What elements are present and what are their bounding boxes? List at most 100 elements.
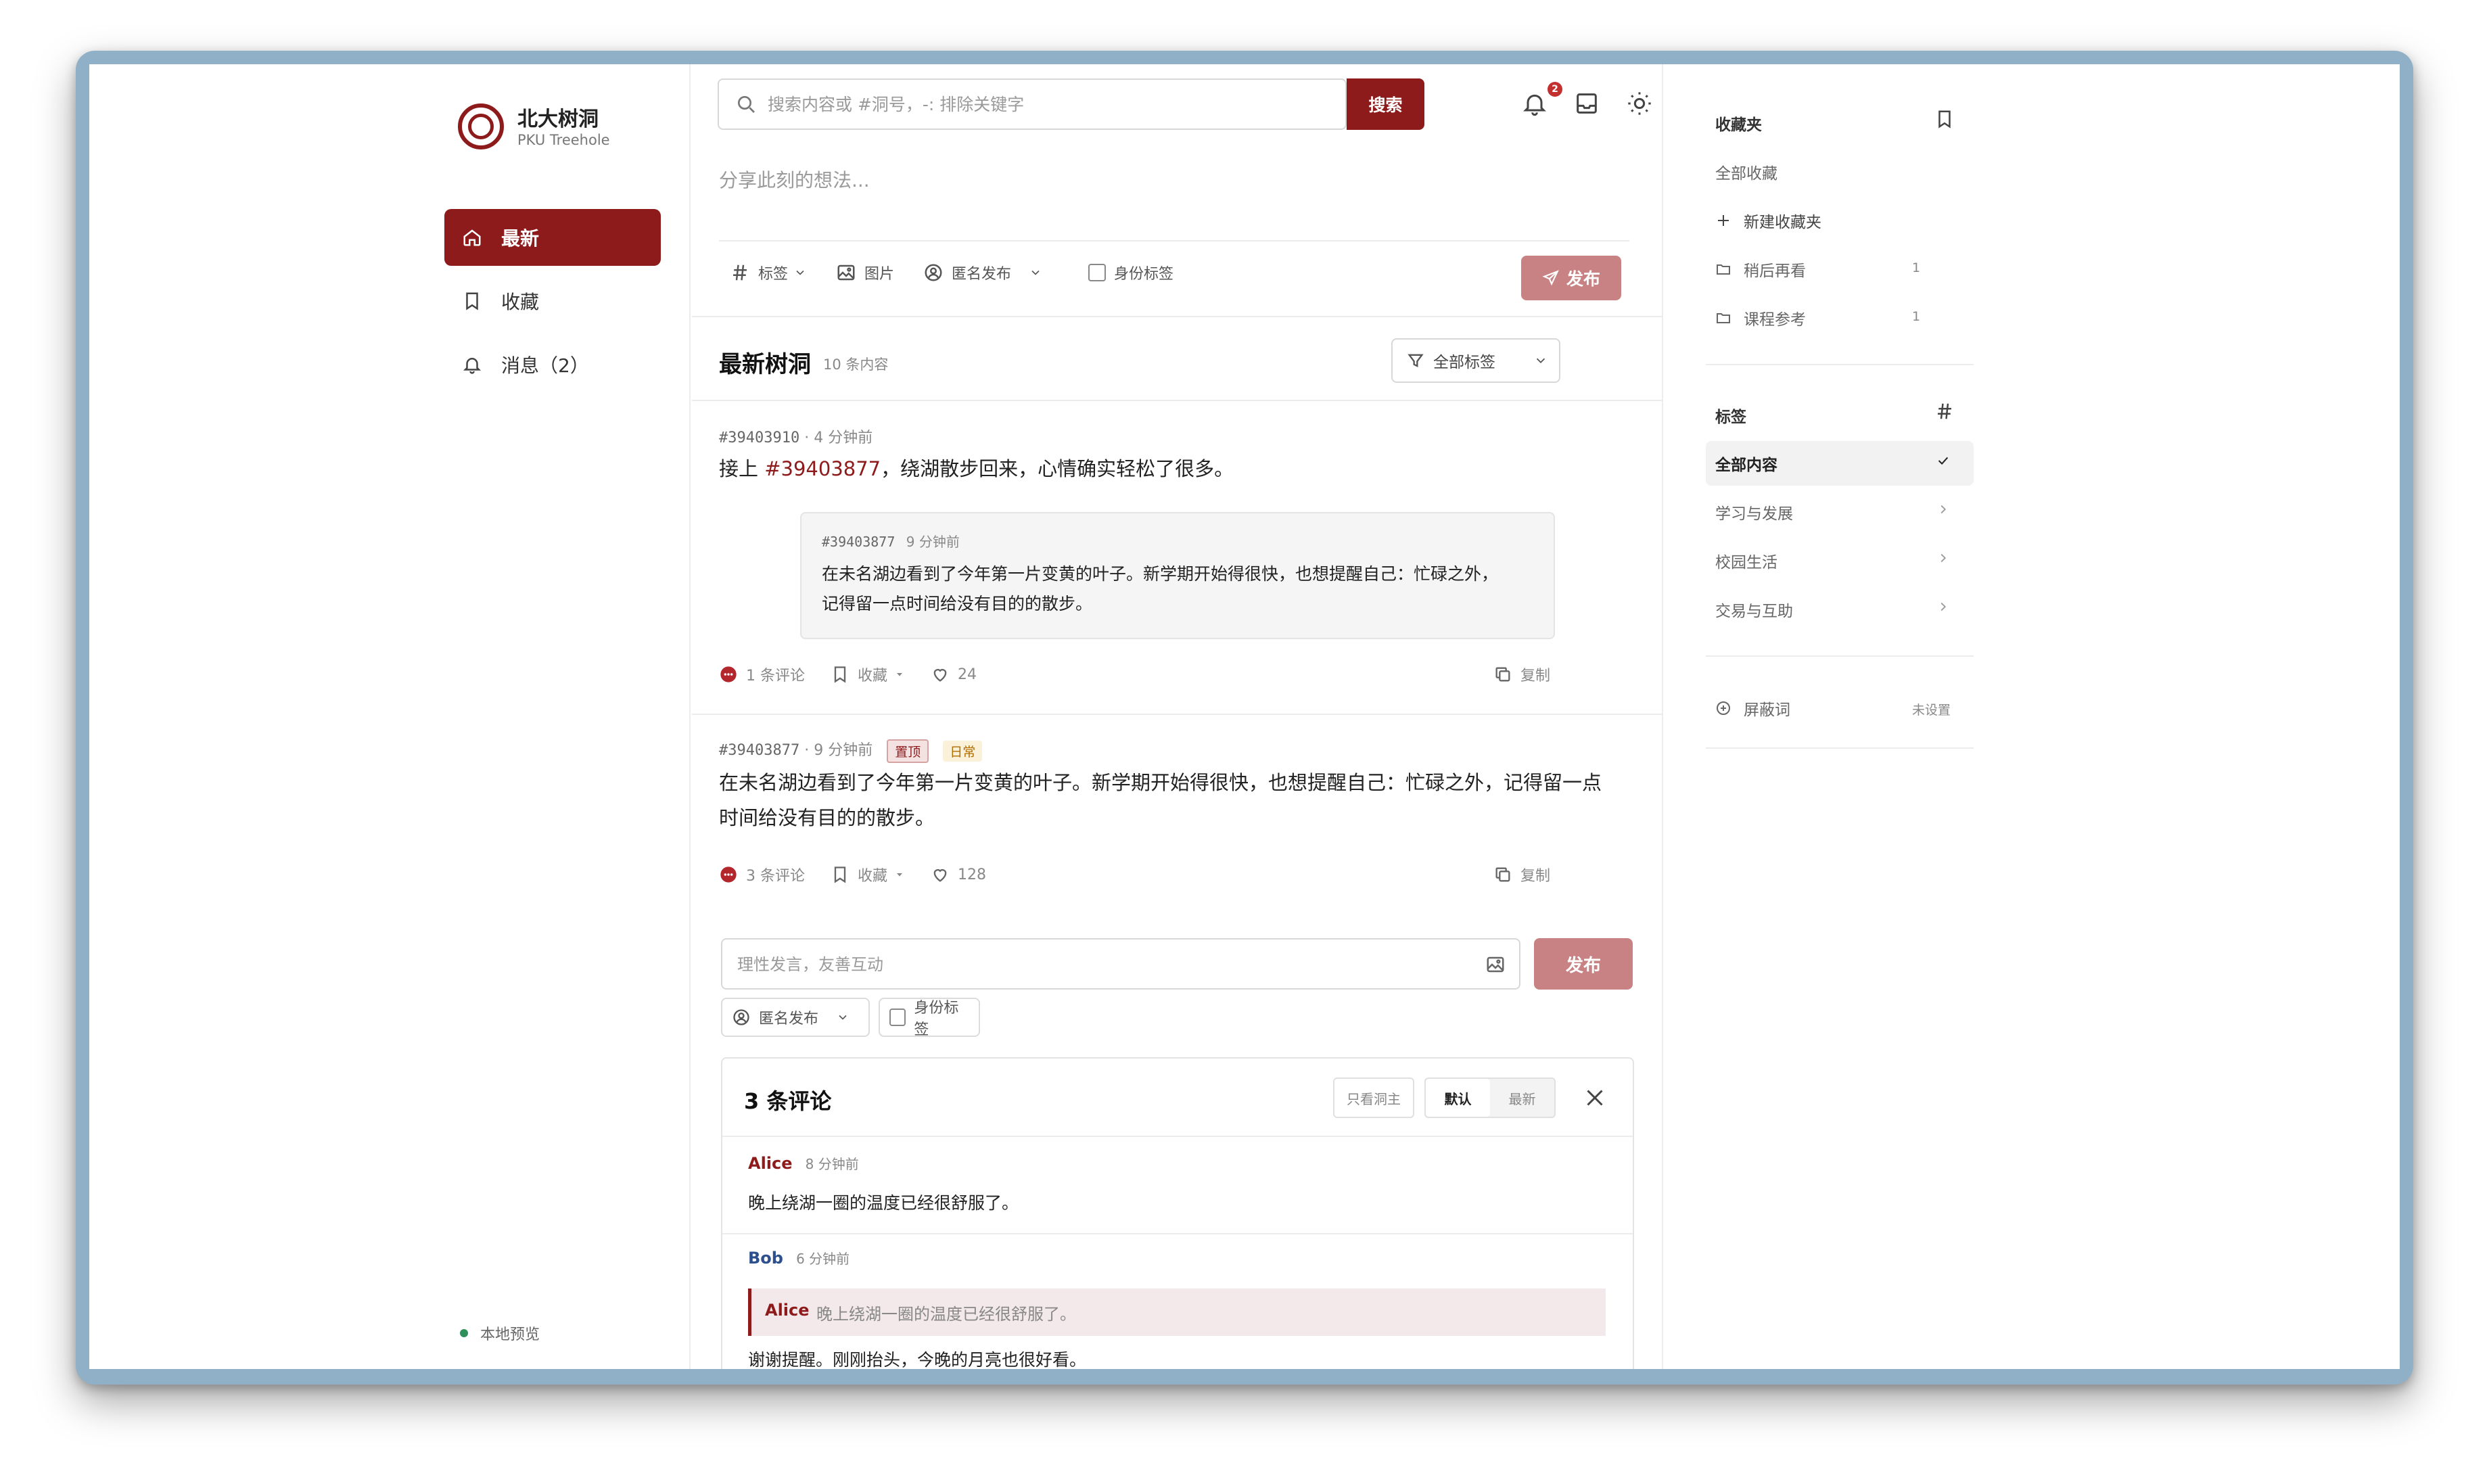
comment-bubble-icon xyxy=(720,866,737,883)
post-time: 4 分钟前 xyxy=(814,430,873,446)
image-upload[interactable]: 图片 xyxy=(836,262,894,283)
comment-author[interactable]: Bob xyxy=(748,1249,783,1268)
quote-author: Alice xyxy=(765,1301,810,1320)
comment-text: 谢谢提醒。刚刚抬头，今晚的月亮也很好看。 xyxy=(748,1350,1087,1369)
comments-header: 3 条评论 只看洞主 默认 最新 xyxy=(722,1059,1633,1137)
post-actions: 3 条评论 收藏 128 xyxy=(719,864,1012,885)
chevron-down-icon xyxy=(839,1015,847,1020)
nav-label: 收藏 xyxy=(501,291,540,313)
publish-button[interactable]: 发布 xyxy=(1521,256,1621,300)
favorite-button[interactable]: 收藏 xyxy=(831,864,905,885)
feed-title: 最新树洞 xyxy=(719,351,811,378)
sort-latest[interactable]: 最新 xyxy=(1490,1079,1554,1117)
comment-quote[interactable]: Alice 晚上绕湖一圈的温度已经很舒服了。 xyxy=(748,1289,1606,1336)
nav-item-favorites[interactable]: 收藏 xyxy=(444,273,661,329)
post-text: 在未名湖边看到了今年第一片变黄的叶子。新学期开始得很快，也想提醒自己：忙碌之外，… xyxy=(719,765,1602,835)
copy-icon xyxy=(1495,867,1510,882)
section-divider xyxy=(692,400,1662,401)
anon-label: 匿名发布 xyxy=(759,1011,819,1027)
quoted-post[interactable]: #39403877 9 分钟前 在未名湖边看到了今年第一片变黄的叶子。新学期开始… xyxy=(800,512,1555,639)
image-icon xyxy=(837,264,855,281)
filter-icon xyxy=(1408,354,1424,368)
search-button[interactable]: 搜索 xyxy=(1347,78,1424,130)
sort-toggle: 默认 最新 xyxy=(1424,1077,1556,1118)
comment-header: Bob 6 分钟前 xyxy=(748,1248,850,1268)
quote-meta: #39403877 9 分钟前 xyxy=(822,531,960,551)
sort-default[interactable]: 默认 xyxy=(1426,1079,1490,1117)
identity-tag-checkbox[interactable]: 身份标签 xyxy=(1088,262,1173,283)
post-id[interactable]: #39403877 xyxy=(719,742,799,759)
tag-filter-select[interactable]: 全部标签 xyxy=(1391,338,1560,383)
status-text: 本地预览 xyxy=(480,1326,540,1343)
anonymous-select[interactable]: 匿名发布 xyxy=(923,262,1042,283)
checkbox[interactable] xyxy=(889,1008,906,1026)
bookmark-icon xyxy=(834,866,846,883)
window-frame: 北大树洞 PKU Treehole 最新 收藏 消息（2） 本地预览 搜索 2 xyxy=(76,51,2413,1385)
post-meta: #39403910 · 4 分钟前 xyxy=(719,430,873,446)
filter-label: 全部标签 xyxy=(1433,354,1495,371)
copy-icon xyxy=(1495,667,1510,682)
quote-text: 在未名湖边看到了今年第一片变黄的叶子。新学期开始得很快，也想提醒自己：忙碌之外，… xyxy=(822,559,1539,619)
post-divider xyxy=(692,714,1662,715)
reply-anonymous-select[interactable]: 匿名发布 xyxy=(721,998,870,1037)
like-count: 128 xyxy=(958,866,987,883)
inbox-icon[interactable] xyxy=(1573,90,1600,117)
nav-item-latest[interactable]: 最新 xyxy=(444,209,661,266)
checkbox[interactable] xyxy=(1088,264,1106,281)
composer-placeholder[interactable]: 分享此刻的想法... xyxy=(719,166,870,193)
comments-button[interactable]: 3 条评论 xyxy=(719,864,805,885)
notification-bell-icon[interactable] xyxy=(1521,90,1548,117)
identity-label: 身份标签 xyxy=(1114,266,1174,283)
reply-box xyxy=(721,938,1520,990)
post-text-part: 接上 xyxy=(719,457,765,480)
comment-time: 6 分钟前 xyxy=(796,1251,850,1267)
status-indicator: 本地预览 xyxy=(460,1322,540,1344)
post-id[interactable]: #39403910 xyxy=(719,430,799,446)
like-button[interactable]: 24 xyxy=(931,665,977,684)
copy-button[interactable]: 复制 xyxy=(1493,864,1550,885)
copy-button[interactable]: 复制 xyxy=(1493,664,1550,685)
send-icon xyxy=(1542,270,1559,286)
quote-time: 9 分钟前 xyxy=(906,534,960,550)
reply-input[interactable] xyxy=(737,949,1468,980)
like-button[interactable]: 128 xyxy=(931,865,986,884)
comments-count: 3 条评论 xyxy=(746,868,805,885)
favorite-button[interactable]: 收藏 xyxy=(831,664,905,685)
quote-id: #39403877 xyxy=(822,534,895,550)
tag-label: 标签 xyxy=(758,266,789,283)
only-op-toggle[interactable]: 只看洞主 xyxy=(1333,1077,1414,1118)
right-sidebar xyxy=(1665,64,2400,1369)
like-count: 24 xyxy=(958,666,977,683)
reply-identity-checkbox[interactable]: 身份标签 xyxy=(879,998,980,1038)
post-text-part: ，绕湖散步回来，心情确实轻松了很多。 xyxy=(881,457,1234,480)
comment-text: 晚上绕湖一圈的温度已经很舒服了。 xyxy=(748,1193,1019,1213)
post-meta: #39403877 · 9 分钟前 置顶 日常 xyxy=(719,738,983,763)
daily-tag[interactable]: 日常 xyxy=(943,740,983,762)
favorite-label: 收藏 xyxy=(858,668,888,685)
copy-label: 复制 xyxy=(1520,868,1551,885)
reply-publish-button[interactable]: 发布 xyxy=(1534,938,1633,990)
nav-item-messages[interactable]: 消息（2） xyxy=(444,336,661,393)
close-icon[interactable] xyxy=(1583,1086,1607,1110)
image-icon[interactable] xyxy=(1485,954,1506,975)
comment-time: 8 分钟前 xyxy=(805,1156,859,1172)
tag-picker[interactable]: 标签 xyxy=(730,262,807,283)
feed-count: 10 条内容 xyxy=(823,356,889,373)
hash-icon xyxy=(733,264,747,281)
bell-icon xyxy=(463,358,482,374)
chevron-down-icon xyxy=(897,673,903,676)
comment-author[interactable]: Alice xyxy=(748,1154,793,1173)
post-line: 在未名湖边看到了今年第一片变黄的叶子。新学期开始得很快，也想提醒自己：忙碌之外，… xyxy=(719,771,1602,794)
user-circle-icon xyxy=(733,1009,749,1025)
post-reference-link[interactable]: #39403877 xyxy=(764,457,881,480)
bookmark-icon xyxy=(834,666,846,683)
search-box xyxy=(718,78,1347,130)
bookmark-icon xyxy=(466,292,478,310)
comments-button[interactable]: 1 条评论 xyxy=(719,664,805,685)
app-subtitle: PKU Treehole xyxy=(517,132,610,148)
favorite-label: 收藏 xyxy=(858,868,888,885)
pku-logo-icon xyxy=(458,103,504,149)
sun-icon[interactable] xyxy=(1626,90,1653,117)
chevron-down-icon xyxy=(1031,270,1040,275)
search-input[interactable] xyxy=(768,88,1241,120)
